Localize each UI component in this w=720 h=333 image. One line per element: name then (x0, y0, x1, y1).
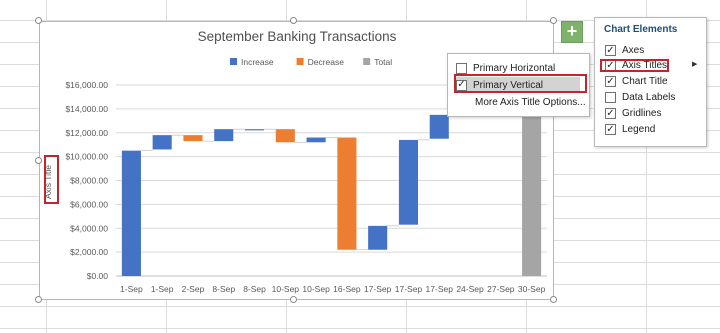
resize-handle-top-middle[interactable] (290, 17, 297, 24)
legend-swatch (363, 58, 371, 65)
resize-handle-middle-left[interactable] (35, 157, 42, 164)
bar-decrease[interactable] (183, 135, 203, 142)
x-tick-label: 17-Sep (426, 284, 454, 294)
chart-element-label: Legend (622, 124, 656, 135)
chart-element-gridlines[interactable]: ✓ Gridlines (605, 106, 661, 121)
y-axis-labels: $0.00 $2,000.00 $4,000.00 $6,000.00 $8,000.0… (65, 80, 108, 281)
bar-total[interactable] (522, 114, 542, 276)
chart-title[interactable]: September Banking Transactions (198, 29, 397, 44)
x-tick-label: 16-Sep (333, 284, 361, 294)
y-tick-label: $12,000.00 (65, 128, 108, 138)
x-tick-label: 1-Sep (120, 284, 143, 294)
bar-decrease[interactable] (337, 137, 357, 250)
bar-increase[interactable] (214, 129, 234, 142)
chart-title-checkbox[interactable]: ✓ (605, 76, 616, 87)
axis-titles-highlight (600, 59, 669, 72)
x-axis-labels: 1-Sep 1-Sep 2-Sep 8-Sep 8-Sep 10-Sep 10-Sep 16-… (120, 284, 546, 294)
bar-increase[interactable] (398, 139, 419, 225)
chart-element-label: Chart Title (622, 76, 668, 87)
data-labels-checkbox[interactable] (605, 92, 616, 103)
chart-element-axes[interactable]: ✓ Axes (605, 43, 644, 58)
submenu-item-more-options[interactable]: More Axis Title Options... (475, 94, 586, 110)
gridlines-checkbox[interactable]: ✓ (605, 108, 616, 119)
axis-title-highlight (44, 155, 59, 204)
y-tick-label: $14,000.00 (65, 104, 108, 114)
y-tick-label: $4,000.00 (70, 223, 108, 233)
legend-checkbox[interactable]: ✓ (605, 124, 616, 135)
y-tick-label: $10,000.00 (65, 152, 108, 162)
x-tick-label: 17-Sep (364, 284, 392, 294)
bar-increase[interactable] (368, 225, 388, 250)
chart-element-label: Axes (622, 45, 645, 56)
x-tick-label: 27-Sep (487, 284, 515, 294)
bar-decrease[interactable] (275, 129, 295, 143)
resize-handle-bottom-right[interactable] (550, 296, 557, 303)
submenu-item-label: Primary Horizontal (473, 62, 556, 74)
chart-legend[interactable]: Increase Decrease Total (230, 57, 392, 67)
y-tick-label: $0.00 (87, 271, 109, 281)
axes-checkbox[interactable]: ✓ (605, 45, 616, 56)
y-tick-label: $16,000.00 (65, 80, 108, 90)
chart-elements-button[interactable]: + (561, 21, 583, 43)
x-tick-label: 10-Sep (272, 284, 300, 294)
resize-handle-top-right[interactable] (550, 17, 557, 24)
resize-handle-top-left[interactable] (35, 17, 42, 24)
legend-label: Total (374, 57, 392, 67)
submenu-arrow-icon[interactable]: ▶ (692, 60, 697, 68)
bar-increase[interactable] (244, 129, 265, 131)
x-tick-label: 30-Sep (518, 284, 546, 294)
submenu-item-label: More Axis Title Options... (475, 96, 586, 108)
chart-element-legend[interactable]: ✓ Legend (605, 122, 655, 137)
y-tick-label: $2,000.00 (70, 247, 108, 257)
x-tick-label: 10-Sep (302, 284, 330, 294)
bar-increase[interactable] (121, 150, 141, 276)
chart-element-data-labels[interactable]: Data Labels (605, 90, 675, 105)
x-tick-label: 24-Sep (456, 284, 484, 294)
legend-swatch (296, 58, 304, 65)
legend-label: Decrease (308, 57, 345, 67)
x-tick-label: 17-Sep (395, 284, 423, 294)
primary-vertical-highlight (454, 74, 587, 93)
plus-icon: + (566, 21, 578, 41)
x-tick-label: 8-Sep (212, 284, 235, 294)
primary-horizontal-checkbox[interactable] (456, 62, 467, 74)
x-tick-label: 8-Sep (243, 284, 266, 294)
resize-handle-bottom-left[interactable] (35, 296, 42, 303)
chart-element-chart-title[interactable]: ✓ Chart Title (605, 74, 668, 89)
chart-element-label: Data Labels (622, 92, 676, 103)
bar-increase[interactable] (429, 114, 449, 139)
y-tick-label: $6,000.00 (70, 199, 108, 209)
x-tick-label: 1-Sep (151, 284, 174, 294)
legend-swatch (230, 58, 237, 65)
bar-increase[interactable] (306, 137, 326, 143)
chart-elements-title: Chart Elements (604, 24, 678, 35)
bar-increase[interactable] (152, 135, 172, 150)
chart-elements-panel: Chart Elements ✓ Axes ✓ Axis Titles ▶ ✓ … (594, 17, 707, 147)
resize-handle-bottom-middle[interactable] (290, 296, 297, 303)
chart-element-label: Gridlines (622, 108, 662, 119)
y-tick-label: $8,000.00 (70, 176, 108, 186)
x-tick-label: 2-Sep (182, 284, 205, 294)
legend-label: Increase (241, 57, 274, 67)
